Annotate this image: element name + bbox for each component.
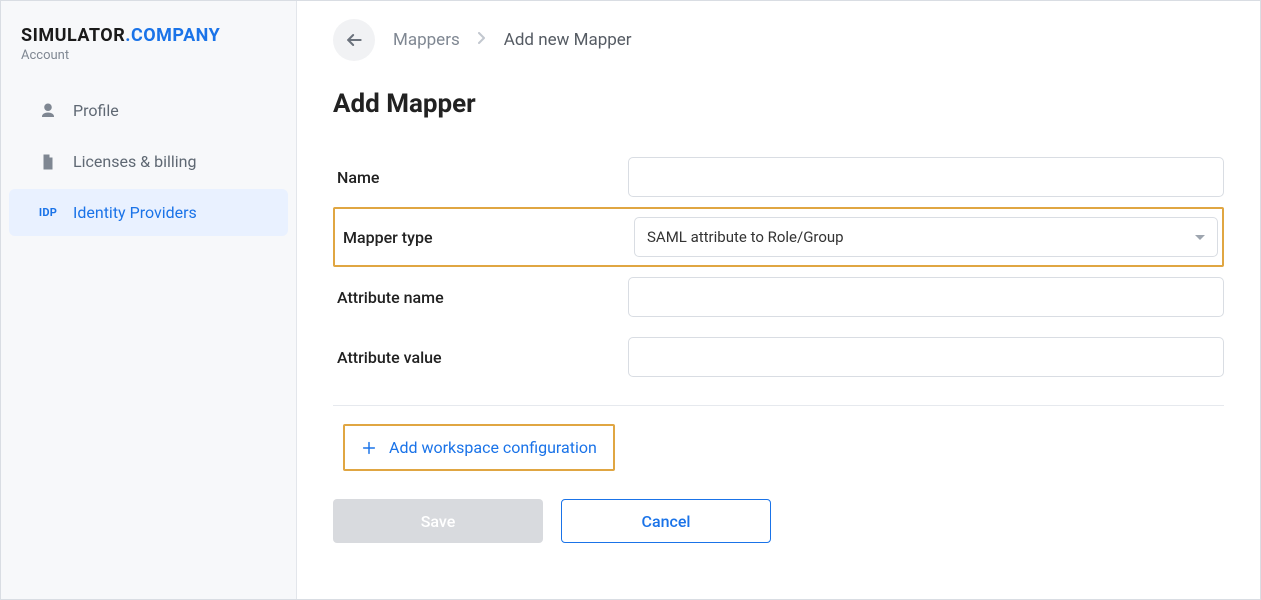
name-label: Name (333, 168, 628, 187)
attribute-name-label: Attribute name (333, 288, 628, 307)
attribute-value-label: Attribute value (333, 348, 628, 367)
breadcrumb-root[interactable]: Mappers (393, 30, 460, 50)
name-input[interactable] (628, 157, 1224, 197)
save-button[interactable]: Save (333, 499, 543, 543)
cancel-button[interactable]: Cancel (561, 499, 771, 543)
breadcrumb: Mappers Add new Mapper (333, 19, 1224, 61)
sidebar-item-profile[interactable]: Profile (9, 87, 288, 134)
main-content: Mappers Add new Mapper Add Mapper Name M… (297, 1, 1260, 599)
sidebar-item-label: Identity Providers (73, 203, 197, 222)
form-row-attribute-name: Attribute name (333, 267, 1224, 327)
form-row-attribute-value: Attribute value (333, 327, 1224, 387)
mapper-type-value: SAML attribute to Role/Group (647, 228, 844, 246)
user-icon (37, 102, 59, 120)
sidebar-item-licenses[interactable]: Licenses & billing (9, 138, 288, 185)
form-row-name: Name (333, 147, 1224, 207)
idp-badge: IDP (39, 206, 57, 219)
sidebar-item-label: Licenses & billing (73, 152, 196, 171)
plus-icon (361, 440, 377, 456)
sidebar-item-identity-providers[interactable]: IDP Identity Providers (9, 189, 288, 236)
attribute-name-input[interactable] (628, 277, 1224, 317)
chevron-down-icon (1195, 235, 1205, 240)
page-title: Add Mapper (333, 89, 1224, 119)
mapper-type-label: Mapper type (339, 228, 634, 247)
mapper-form: Name Mapper type SAML attribute to Role/… (333, 147, 1224, 543)
divider (333, 405, 1224, 406)
form-row-mapper-type: Mapper type SAML attribute to Role/Group (333, 207, 1224, 267)
back-button[interactable] (333, 19, 375, 61)
chevron-right-icon (478, 32, 486, 48)
file-icon (37, 153, 59, 171)
brand: SIMULATOR.COMPANY (1, 19, 296, 48)
brand-part1: SIMULATOR (21, 25, 125, 46)
add-workspace-configuration-button[interactable]: Add workspace configuration (353, 434, 605, 461)
add-config-highlight: Add workspace configuration (343, 424, 615, 471)
add-config-label: Add workspace configuration (389, 438, 597, 457)
arrow-left-icon (344, 30, 364, 50)
breadcrumb-current: Add new Mapper (504, 30, 632, 50)
mapper-type-select[interactable]: SAML attribute to Role/Group (634, 217, 1218, 257)
form-actions: Save Cancel (333, 499, 1224, 543)
brand-subtitle: Account (1, 48, 296, 85)
sidebar: SIMULATOR.COMPANY Account Profile Licens… (1, 1, 297, 599)
idp-icon: IDP (37, 206, 59, 219)
app-root: SIMULATOR.COMPANY Account Profile Licens… (0, 0, 1261, 600)
sidebar-item-label: Profile (73, 101, 119, 120)
sidebar-nav: Profile Licenses & billing IDP Identity … (1, 85, 296, 238)
attribute-value-input[interactable] (628, 337, 1224, 377)
brand-part2: .COMPANY (125, 25, 220, 46)
